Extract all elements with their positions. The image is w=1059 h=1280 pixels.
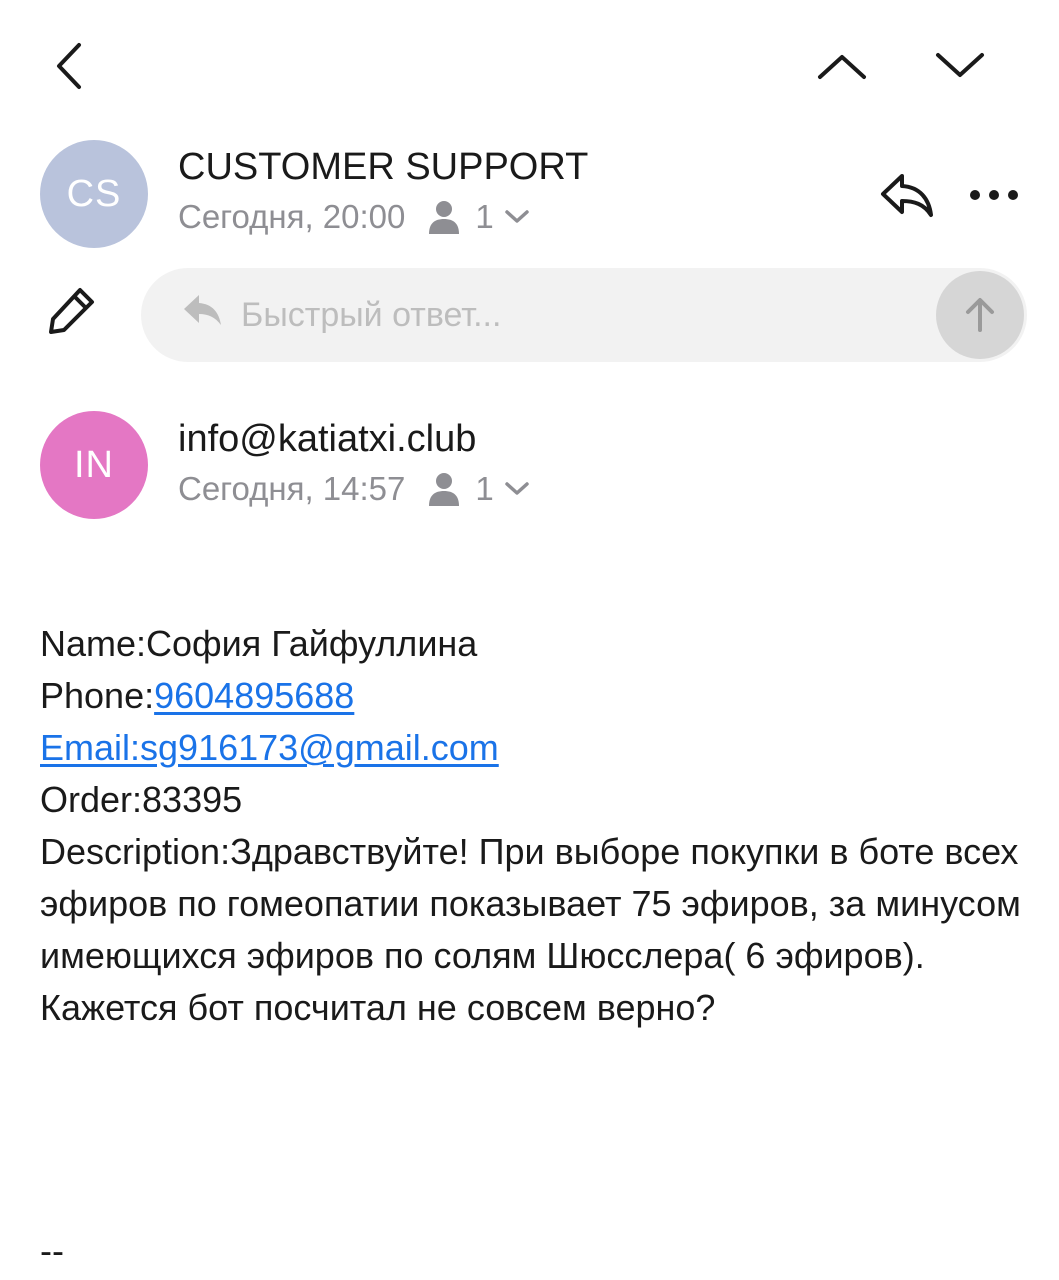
description-line: Description:Здравствуйте! При выборе пок…	[40, 826, 1030, 1034]
person-icon	[427, 199, 461, 235]
sender-name: CUSTOMER SUPPORT	[178, 146, 589, 188]
pencil-icon	[49, 288, 94, 334]
send-button[interactable]	[936, 271, 1024, 359]
name-value: София Гайфуллина	[146, 623, 478, 664]
message-body: Name:София Гайфуллина Phone:9604895688 E…	[40, 618, 1030, 1034]
expand-recipients-button[interactable]	[504, 481, 530, 497]
next-message-button[interactable]	[930, 44, 990, 88]
avatar: IN	[40, 411, 148, 519]
chevron-down-icon	[936, 53, 984, 77]
message-meta: Сегодня, 20:00 1	[178, 198, 530, 236]
name-line: Name:София Гайфуллина	[40, 618, 1030, 670]
order-line: Order:83395	[40, 774, 1030, 826]
chevron-down-icon	[505, 482, 529, 495]
avatar-initials: IN	[74, 443, 114, 486]
chevron-up-icon	[818, 55, 866, 79]
back-button[interactable]	[46, 38, 90, 94]
email-line: Email:sg916173@gmail.com	[40, 722, 1030, 774]
quick-reply-bar	[141, 268, 1027, 362]
avatar: CS	[40, 140, 148, 248]
signature-separator: --	[40, 1230, 64, 1271]
message-time: Сегодня, 14:57	[178, 470, 406, 507]
recipients-count: 1	[475, 470, 494, 507]
more-button[interactable]	[966, 178, 1022, 212]
reply-icon	[181, 290, 225, 335]
chevron-left-icon	[57, 43, 81, 89]
expand-recipients-button[interactable]	[504, 209, 530, 225]
description-label: Description:	[40, 831, 231, 872]
phone-line: Phone:9604895688	[40, 670, 1030, 722]
phone-link[interactable]: 9604895688	[154, 675, 354, 716]
previous-message-button[interactable]	[812, 44, 872, 88]
avatar-initials: CS	[66, 172, 122, 215]
reply-button[interactable]	[876, 166, 938, 224]
more-icon	[970, 190, 1018, 200]
message-meta: Сегодня, 14:57 1	[178, 470, 530, 508]
phone-label: Phone:	[40, 675, 155, 716]
name-label: Name:	[40, 623, 147, 664]
email-link[interactable]: Email:sg916173@gmail.com	[40, 727, 499, 768]
chevron-down-icon	[505, 210, 529, 223]
recipients-count: 1	[475, 198, 494, 235]
message-time: Сегодня, 20:00	[178, 198, 406, 235]
quick-reply-input[interactable]	[241, 286, 921, 344]
reply-icon	[881, 174, 933, 217]
person-icon	[427, 471, 461, 507]
compose-button[interactable]	[44, 282, 100, 338]
arrow-up-icon	[966, 298, 994, 332]
order-label: Order:	[40, 779, 143, 820]
order-value: 83395	[142, 779, 243, 820]
sender-name: info@katiatxi.club	[178, 418, 477, 460]
